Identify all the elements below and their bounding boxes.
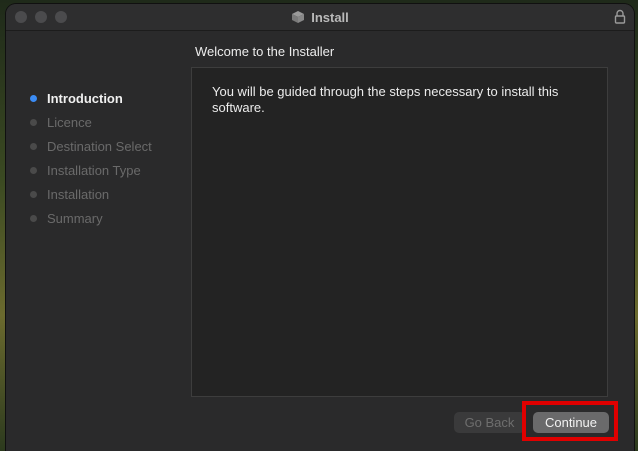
step-installation: Installation [6,182,186,206]
step-indicator-icon [30,119,37,126]
lock-icon [614,9,626,24]
installer-package-icon [292,11,305,23]
content-panel: You will be guided through the steps nec… [191,67,608,397]
window-title-group: Install [6,4,634,30]
step-summary: Summary [6,206,186,230]
page-title: Welcome to the Installer [195,44,335,59]
step-label: Summary [47,210,103,226]
step-introduction: Introduction [6,86,186,110]
step-installation-type: Installation Type [6,158,186,182]
step-destination-select: Destination Select [6,134,186,158]
step-label: Installation Type [47,162,141,178]
title-bar[interactable]: Install [6,4,634,31]
step-indicator-icon [30,191,37,198]
intro-text: You will be guided through the steps nec… [212,84,559,115]
continue-highlight-box [522,401,618,441]
step-label: Installation [47,186,110,202]
step-label: Introduction [47,90,123,106]
step-indicator-icon [30,167,37,174]
step-indicator-icon [30,95,37,102]
steps-sidebar: Introduction Licence Destination Select … [6,86,186,230]
step-label: Licence [47,114,92,130]
window-title: Install [311,9,349,25]
step-indicator-icon [30,215,37,222]
step-label: Destination Select [47,138,152,154]
go-back-button[interactable]: Go Back [454,412,525,433]
installer-window: Install Welcome to the Installer Introdu… [6,4,634,451]
step-licence: Licence [6,110,186,134]
step-indicator-icon [30,143,37,150]
